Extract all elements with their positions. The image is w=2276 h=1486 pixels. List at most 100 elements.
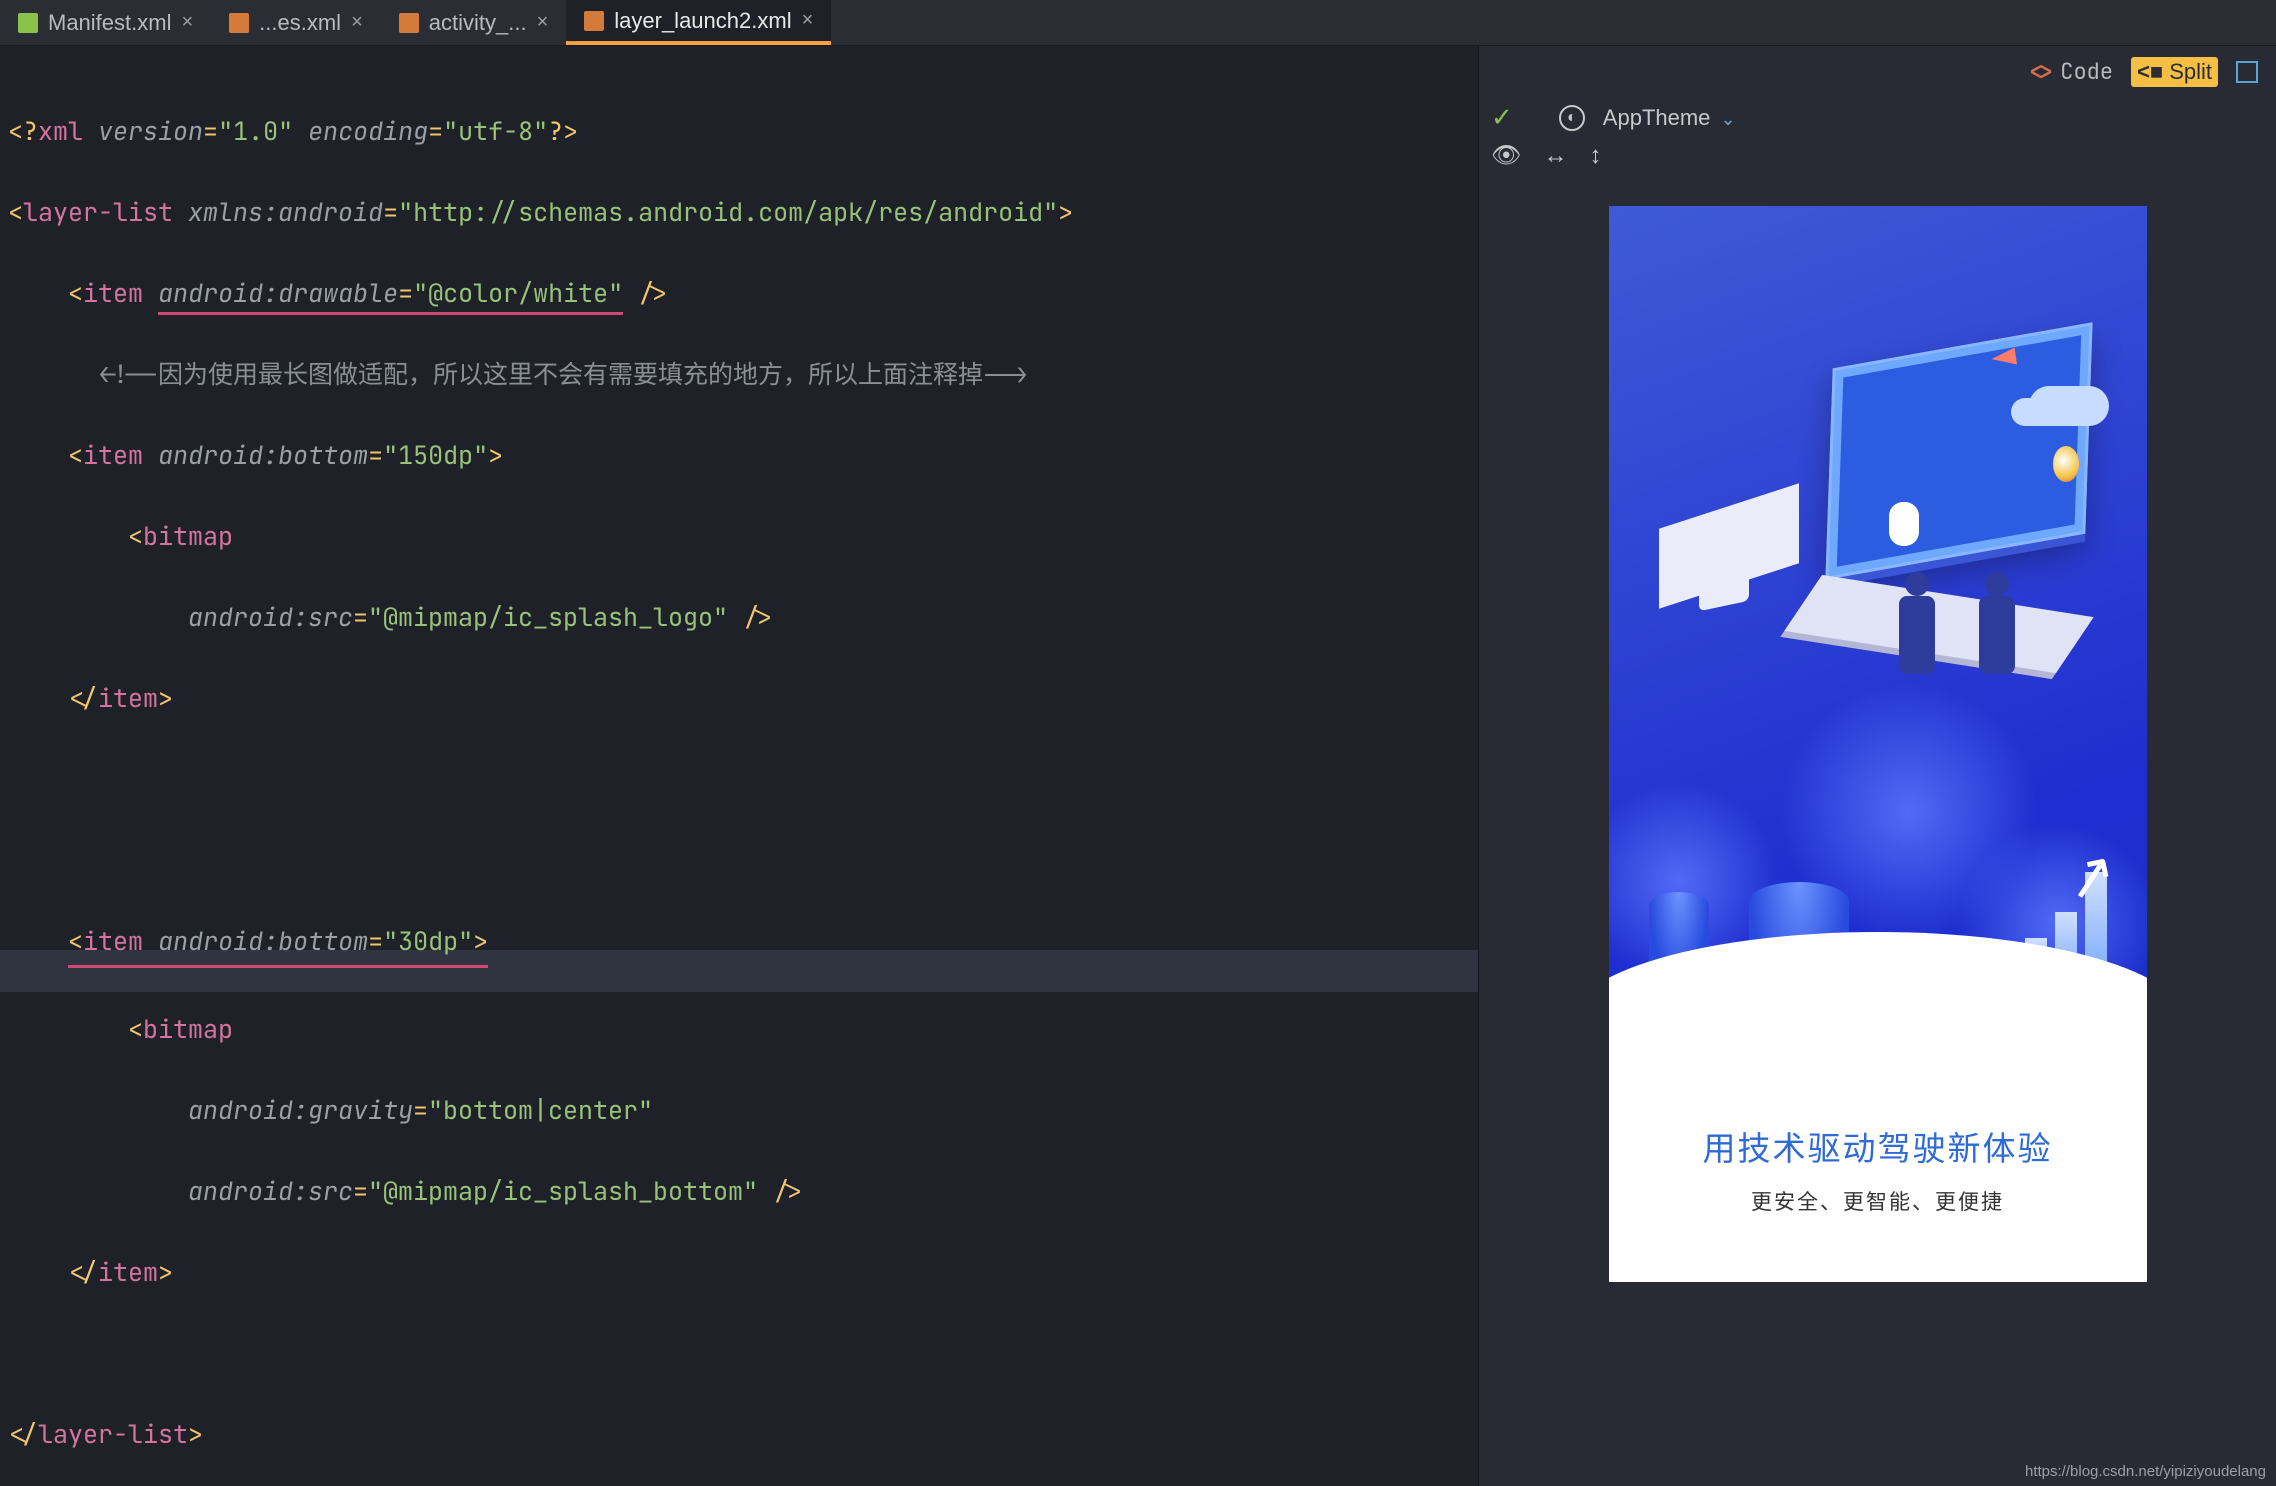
close-icon[interactable]: × (351, 11, 363, 34)
attr: encoding (308, 114, 428, 148)
gt: > (488, 438, 503, 472)
tab-activity[interactable]: activity_... × (381, 0, 567, 45)
self-close: /> (623, 276, 668, 310)
device-preview-area[interactable]: ↗ 用技术驱动驾驶新体验 更安全、更智能、更便捷 (1479, 182, 2276, 1486)
resize-horizontal-icon[interactable]: ↔ (1543, 142, 1567, 170)
self-close: /> (758, 1174, 803, 1208)
tab-label: layer_launch2.xml (614, 8, 791, 34)
lt: < (8, 195, 23, 229)
theme-dropdown[interactable]: AppTheme ⌄ (1603, 105, 1736, 131)
attr: android:bottom (158, 438, 368, 472)
sp (143, 924, 158, 958)
tag-layer-list: layer-list (23, 195, 173, 229)
xml-decl-close: ?> (548, 114, 578, 148)
view-mode-switch: <> Code <■ Split (1479, 46, 2276, 98)
eq: = (368, 438, 383, 472)
lt: < (68, 438, 83, 472)
attr: android:drawable (158, 276, 398, 310)
mode-code-label: Code (2060, 54, 2113, 90)
val: "http://schemas.android.com/apk/res/andr… (398, 195, 1058, 229)
val: "@color/white" (413, 276, 623, 310)
layer-list-icon (584, 11, 604, 31)
eq: = (203, 114, 218, 148)
graphic-mouse (1889, 502, 1919, 546)
mode-code-button[interactable]: <> Code (2022, 52, 2119, 92)
val: "30dp" (383, 924, 473, 958)
tag-layer-list: layer-list (38, 1417, 188, 1451)
visibility-icon[interactable]: 👁 (1491, 141, 1521, 170)
gt: > (188, 1417, 203, 1451)
gt: > (1058, 195, 1073, 229)
tabbar: Manifest.xml × ...es.xml × activity_... … (0, 0, 2276, 46)
attr: version (98, 114, 203, 148)
robot-icon (18, 13, 38, 33)
tab-label: ...es.xml (259, 10, 341, 36)
gt: > (158, 1255, 173, 1289)
underlined-attr-drawable: android:drawable="@color/white" (158, 276, 623, 315)
eq: = (398, 276, 413, 310)
chevron-down-icon: ⌄ (1721, 109, 1736, 129)
eq: = (353, 1174, 368, 1208)
device-frame: ↗ 用技术驱动驾驶新体验 更安全、更智能、更便捷 (1609, 206, 2147, 1282)
tab-layer-launch2[interactable]: layer_launch2.xml × (566, 0, 831, 45)
close-icon[interactable]: × (181, 11, 193, 34)
xml-editor[interactable]: <?xml version="1.0" encoding="utf-8"?> <… (0, 46, 1478, 1486)
splash-title: 用技术驱动驾驶新体验 (1609, 1122, 2147, 1170)
preview-pane: <> Code <■ Split ✓ ◐ AppTheme ⌄ 👁 ↔ ↕ (1478, 46, 2276, 1486)
sp (143, 276, 158, 310)
resize-vertical-icon[interactable]: ↕ (1589, 142, 1601, 170)
mode-design-button[interactable] (2230, 59, 2264, 85)
tag-item: item (83, 276, 143, 310)
sp (173, 195, 188, 229)
tab-manifest[interactable]: Manifest.xml × (0, 0, 211, 45)
tag-bitmap: bitmap (143, 519, 233, 553)
attr-xmlns: xmlns:android (188, 195, 383, 229)
tag-bitmap: bitmap (143, 1012, 233, 1046)
lt-slash: </ (8, 1417, 38, 1451)
attr: android:src (188, 1174, 353, 1208)
eq: = (413, 1093, 428, 1127)
tag-item: item (83, 924, 143, 958)
tag-item: item (83, 438, 143, 472)
close-icon[interactable]: × (802, 9, 814, 32)
val: "utf-8" (443, 114, 548, 148)
design-icon (2236, 61, 2258, 83)
graphic-balloon (2053, 446, 2079, 482)
lt: < (128, 519, 143, 553)
val: "1.0" (218, 114, 293, 148)
graphic-monitor (1825, 322, 2092, 580)
tab-res[interactable]: ...es.xml × (211, 0, 381, 45)
lt-slash: </ (68, 1255, 98, 1289)
mode-split-label: Split (2169, 59, 2212, 85)
eq: = (368, 924, 383, 958)
preview-status-row: ✓ ◐ AppTheme ⌄ (1479, 98, 2276, 141)
graphic-cloud (2029, 386, 2109, 426)
lt-slash: </ (68, 681, 98, 715)
close-icon[interactable]: × (537, 11, 549, 34)
eq: = (428, 114, 443, 148)
check-icon: ✓ (1491, 102, 1513, 133)
tab-label: activity_... (429, 10, 527, 36)
lt: < (68, 924, 83, 958)
graphic-person (1899, 596, 1935, 674)
comment: <!--因为使用最长图做适配，所以这里不会有需要填充的地方，所以上面注释掉--> (98, 357, 1028, 391)
xml-decl-tag: xml (38, 114, 98, 148)
preview-toolbar: 👁 ↔ ↕ (1479, 141, 2276, 182)
tab-label: Manifest.xml (48, 10, 171, 36)
theme-icon: ◐ (1559, 105, 1585, 131)
lt: < (68, 276, 83, 310)
eq: = (383, 195, 398, 229)
val: "150dp" (383, 438, 488, 472)
watermark: https://blog.csdn.net/yipiziyoudelang (2025, 1463, 2266, 1480)
graphic-chair (1699, 551, 1749, 612)
mode-split-button[interactable]: <■ Split (2131, 57, 2218, 87)
editor-pane[interactable]: <?xml version="1.0" encoding="utf-8"?> <… (0, 46, 1478, 1486)
eq: = (353, 600, 368, 634)
lt: < (128, 1012, 143, 1046)
code-icon: <> (2028, 54, 2054, 90)
self-close: /> (728, 600, 773, 634)
sp (293, 114, 308, 148)
main-split: <?xml version="1.0" encoding="utf-8"?> <… (0, 46, 2276, 1486)
graphic-keyboard (1784, 575, 2093, 673)
gt: > (473, 924, 488, 958)
